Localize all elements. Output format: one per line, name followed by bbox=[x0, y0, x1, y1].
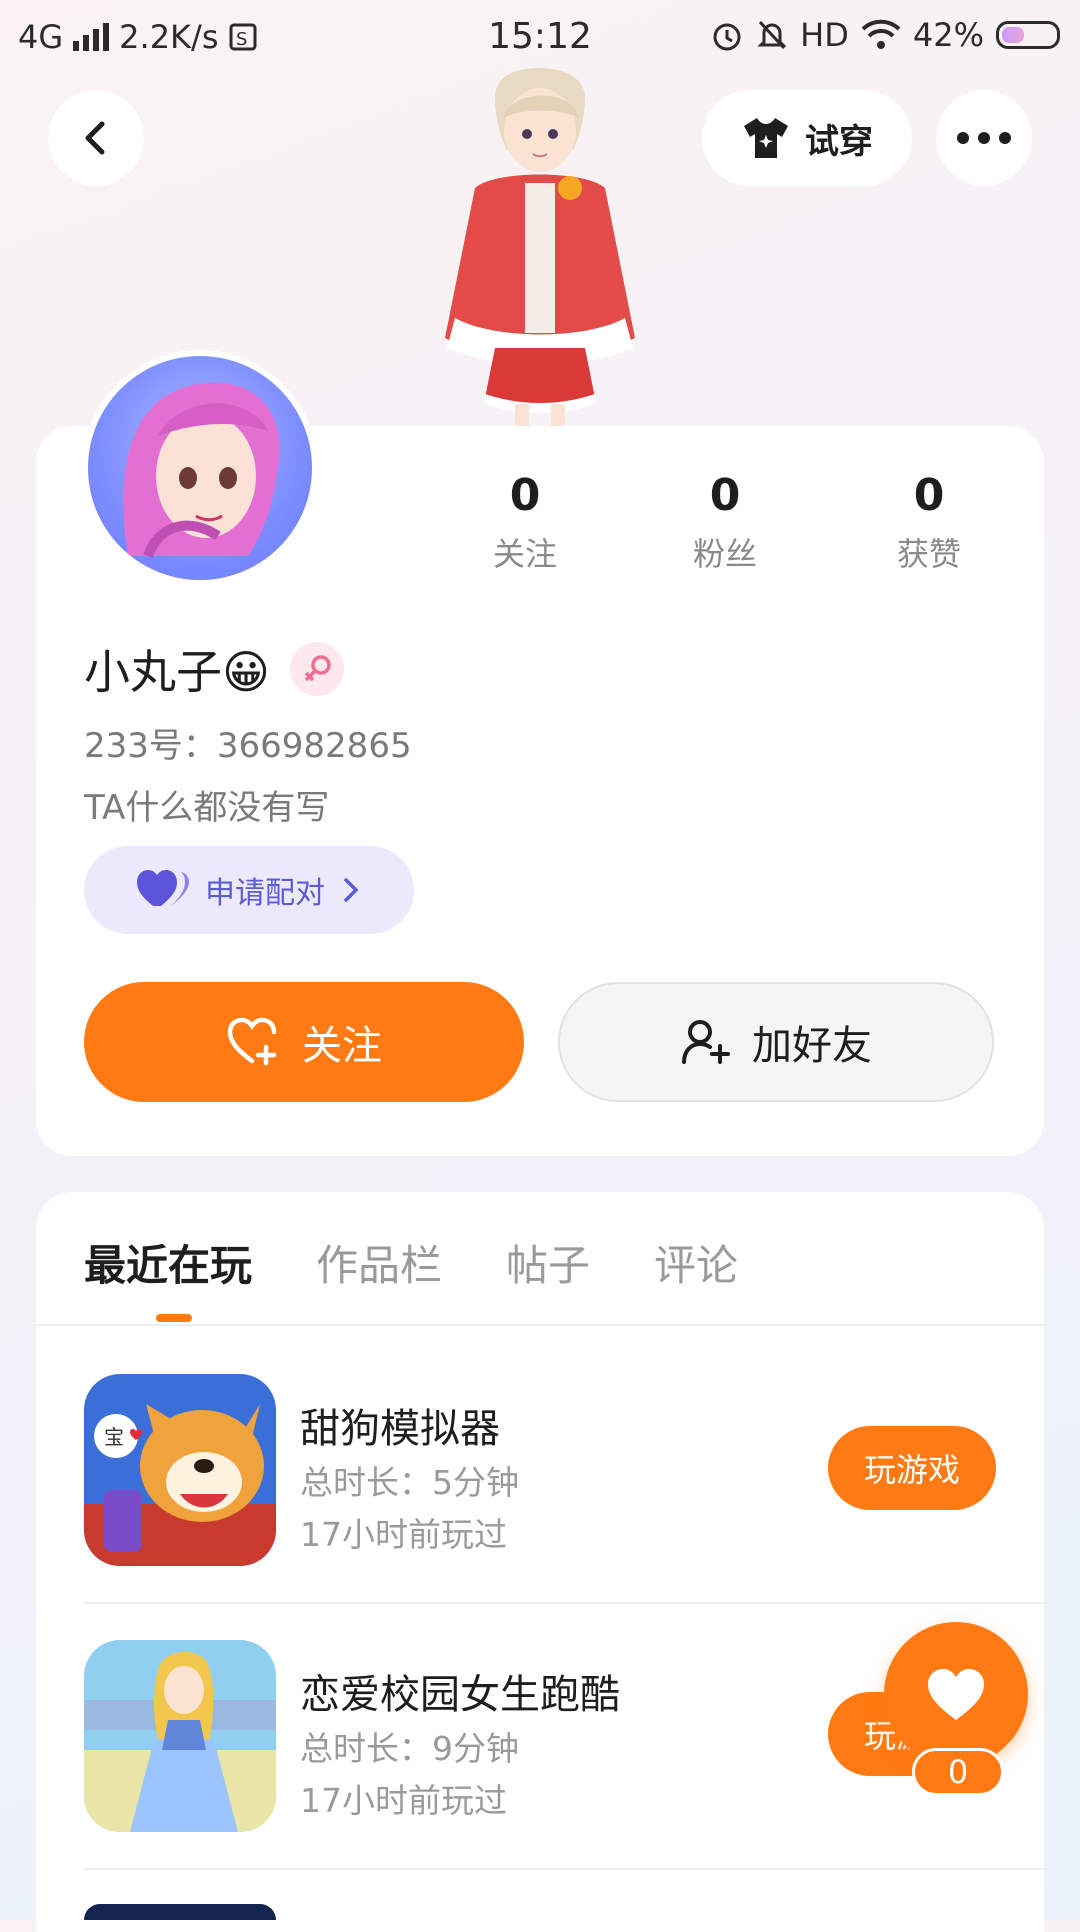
likes-label: 获赞 bbox=[896, 535, 961, 573]
follow-label: 关注 bbox=[302, 1023, 382, 1069]
nickname: 小丸子😀 bbox=[84, 645, 270, 699]
likes-count: 0 bbox=[913, 470, 945, 521]
stat-following[interactable]: 0 关注 bbox=[450, 470, 600, 575]
try-on-button[interactable]: 试穿 bbox=[702, 90, 912, 186]
game-duration: 总时长：9分钟 bbox=[300, 1729, 519, 1768]
avatar[interactable] bbox=[82, 350, 318, 586]
wifi-icon bbox=[861, 19, 901, 49]
anime-girl-parkour-game-icon[interactable] bbox=[84, 1640, 276, 1832]
mute-bell-icon bbox=[757, 20, 787, 50]
game-icon-partial[interactable] bbox=[84, 1904, 276, 1920]
game-duration: 总时长：5分钟 bbox=[300, 1463, 519, 1502]
fans-count: 0 bbox=[709, 470, 741, 521]
avatar-portrait bbox=[123, 382, 280, 558]
fans-label: 粉丝 bbox=[692, 535, 757, 573]
more-button[interactable] bbox=[936, 90, 1032, 186]
row-divider bbox=[84, 1602, 1044, 1604]
status-bar: 4G 2.2K/s S 15:12 HD 42% bbox=[0, 0, 1080, 76]
tab-comments[interactable]: 评论 bbox=[654, 1232, 738, 1293]
play-game-button[interactable]: 玩游戏 bbox=[828, 1426, 996, 1510]
stat-fans[interactable]: 0 粉丝 bbox=[650, 470, 800, 575]
add-friend-button[interactable]: 加好友 bbox=[558, 982, 994, 1102]
back-button[interactable] bbox=[48, 90, 144, 186]
user-bio: TA什么都没有写 bbox=[84, 788, 330, 828]
shiba-dog-game-icon[interactable]: 宝 bbox=[84, 1374, 276, 1566]
alarm-icon bbox=[713, 23, 741, 51]
row-divider bbox=[84, 1868, 1044, 1870]
avatar-figure-image[interactable] bbox=[405, 68, 675, 428]
following-label: 关注 bbox=[492, 535, 557, 573]
avatar-image bbox=[88, 356, 312, 580]
more-dots-icon bbox=[957, 132, 1011, 144]
active-tab-indicator bbox=[156, 1314, 192, 1322]
nickname-row: 小丸子😀 bbox=[84, 636, 344, 702]
stat-likes[interactable]: 0 获赞 bbox=[854, 470, 1004, 575]
battery-fill bbox=[1002, 27, 1024, 43]
status-right: HD 42% bbox=[710, 16, 1060, 54]
request-pair-label: 申请配对 bbox=[205, 876, 325, 911]
tab-posts[interactable]: 帖子 bbox=[506, 1232, 590, 1293]
heart-icon bbox=[928, 1669, 984, 1720]
back-arrow-icon bbox=[85, 121, 105, 155]
add-friend-label: 加好友 bbox=[752, 1023, 872, 1069]
tabs-divider bbox=[36, 1324, 1044, 1326]
game-title: 恋爱校园女生跑酷 bbox=[300, 1672, 620, 1718]
heart-plus-icon bbox=[227, 1017, 277, 1066]
battery-icon bbox=[996, 21, 1060, 49]
user-id: 233号：366982865 bbox=[84, 726, 412, 766]
hd-badge: HD bbox=[800, 16, 849, 54]
female-gender-icon bbox=[289, 642, 344, 696]
tab-works[interactable]: 作品栏 bbox=[316, 1232, 442, 1293]
like-fab-button[interactable] bbox=[884, 1622, 1028, 1766]
following-count: 0 bbox=[509, 470, 541, 521]
add-user-icon bbox=[682, 1020, 730, 1064]
tshirt-icon bbox=[744, 118, 788, 158]
list-item[interactable]: 宝 甜狗模拟器 总时长：5分钟 17小时前玩过 玩游戏 bbox=[84, 1374, 1044, 1570]
request-pair-button[interactable]: 申请配对 bbox=[84, 846, 414, 934]
profile-tabs: 最近在玩 作品栏 帖子 评论 bbox=[84, 1232, 738, 1293]
chevron-right-icon bbox=[344, 878, 359, 902]
try-on-label: 试穿 bbox=[805, 121, 873, 162]
tab-recently-played[interactable]: 最近在玩 bbox=[84, 1232, 252, 1293]
battery-percent: 42% bbox=[912, 16, 984, 54]
follow-button[interactable]: 关注 bbox=[84, 982, 524, 1102]
svg-text:宝: 宝 bbox=[104, 1425, 124, 1449]
game-title: 甜狗模拟器 bbox=[300, 1406, 500, 1452]
double-heart-icon bbox=[137, 870, 189, 906]
like-count-badge: 0 bbox=[912, 1748, 1004, 1796]
game-last-played: 17小时前玩过 bbox=[300, 1515, 507, 1554]
game-last-played: 17小时前玩过 bbox=[300, 1781, 507, 1820]
